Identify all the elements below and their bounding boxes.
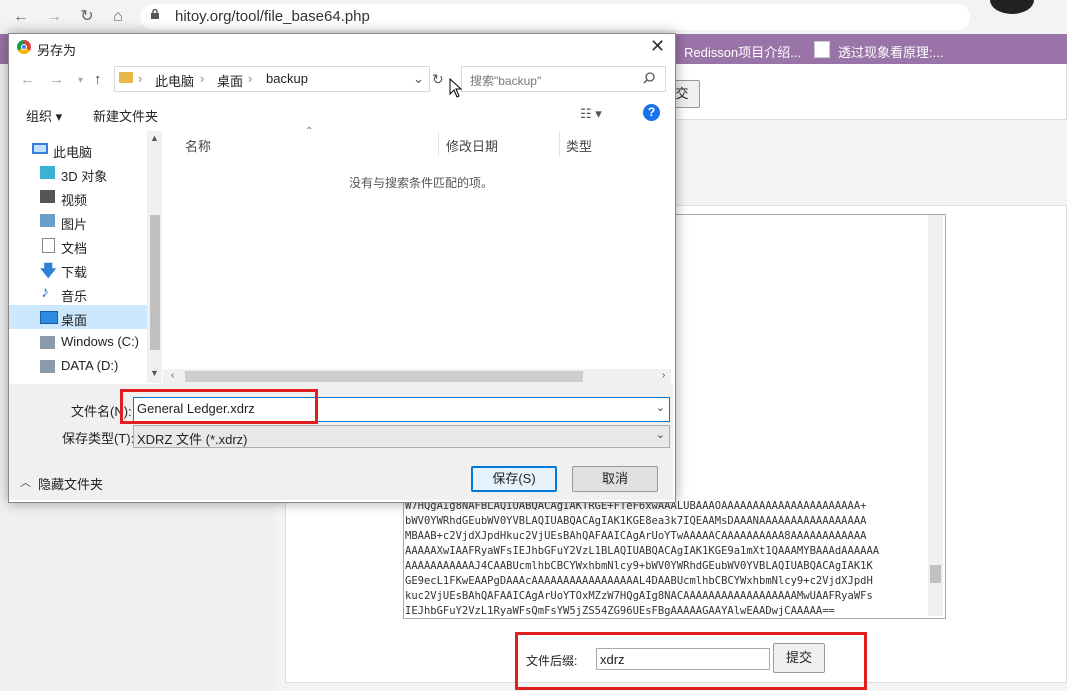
download-icon: 🡇	[40, 263, 57, 280]
chevron-up-icon[interactable]: ︿	[20, 474, 31, 490]
base64-line: kuc2VjUEsBAhQAFAAICAgArUoYTOxMZzW7HQgAIg…	[405, 590, 873, 602]
column-divider	[559, 131, 560, 157]
column-type[interactable]: 类型	[566, 136, 592, 155]
cancel-button[interactable]: 取消	[572, 466, 658, 492]
base64-line: MBAAB+c2VjdXJpdHkuc2VjUEsBAhQAFAAICAgArU…	[405, 530, 867, 542]
breadcrumb-item[interactable]: 桌面	[217, 71, 243, 90]
cube-icon	[40, 166, 55, 179]
back-icon[interactable]: ←	[12, 8, 30, 26]
nav-item-3d-objects[interactable]: 3D 对象	[61, 166, 107, 185]
search-icon[interactable]	[643, 72, 655, 84]
column-date-modified[interactable]: 修改日期	[446, 136, 498, 155]
url-text: hitoy.org/tool/file_base64.php	[175, 8, 370, 25]
bookmark-item[interactable]: Redisson项目介绍...	[684, 42, 801, 61]
base64-line: IEJhbGFuY2VzL1RyaWFsQmFsYW5jZS54ZG96UEsF…	[405, 605, 835, 617]
forward-icon[interactable]: →	[49, 71, 64, 88]
breadcrumb-separator: ›	[248, 71, 253, 86]
close-icon[interactable]: ✕	[650, 36, 665, 57]
bookmark-item[interactable]: 透过现象看原理:...	[838, 42, 943, 61]
scroll-left-icon[interactable]: ‹	[171, 370, 174, 381]
filename-highlight	[120, 389, 318, 424]
java-icon	[814, 41, 830, 58]
breadcrumb-item[interactable]: 此电脑	[155, 71, 194, 90]
video-icon	[40, 190, 55, 203]
nav-item-videos[interactable]: 视频	[61, 190, 87, 209]
breadcrumb-separator: ›	[138, 71, 143, 86]
help-icon[interactable]: ?	[643, 104, 660, 121]
filetype-label: 保存类型(T):	[62, 431, 135, 446]
new-folder-button[interactable]: 新建文件夹	[93, 106, 158, 125]
nav-item-drive-d[interactable]: DATA (D:)	[61, 358, 118, 373]
chevron-down-icon[interactable]: ⌄	[656, 401, 665, 414]
nav-item-music[interactable]: 音乐	[61, 286, 87, 305]
nav-item-drive-c[interactable]: Windows (C:)	[61, 334, 139, 349]
submit-button[interactable]: 提交	[773, 643, 825, 673]
cursor-icon	[449, 78, 462, 98]
refresh-icon[interactable]: ↻	[432, 71, 444, 88]
suffix-input-value: xdrz	[600, 652, 625, 667]
textarea-scrollbar[interactable]	[928, 215, 943, 616]
horizontal-scroll-thumb[interactable]	[185, 371, 583, 382]
scroll-up-icon[interactable]: ▲	[150, 133, 159, 143]
scroll-right-icon[interactable]: ›	[662, 370, 665, 381]
drive-icon	[40, 336, 55, 349]
drive-icon	[40, 360, 55, 373]
folder-icon	[119, 72, 133, 83]
column-name[interactable]: 名称	[185, 136, 211, 155]
chevron-down-icon[interactable]: ⌄	[413, 71, 424, 87]
hide-folders-toggle[interactable]: 隐藏文件夹	[38, 474, 103, 493]
forward-icon[interactable]: →	[45, 8, 63, 26]
music-icon: ♪	[41, 284, 49, 301]
search-placeholder: 搜索"backup"	[470, 74, 542, 88]
chrome-icon	[17, 40, 31, 54]
organize-menu[interactable]: 组织 ▾	[26, 106, 62, 125]
suffix-input[interactable]: xdrz	[596, 648, 770, 670]
home-icon[interactable]: ⌂	[109, 8, 127, 26]
lock-icon	[151, 9, 159, 19]
filetype-value: XDRZ 文件 (*.xdrz)	[137, 432, 248, 447]
base64-line: GE9ecL1FKwEAAPgDAAAcAAAAAAAAAAAAAAAAAL4D…	[405, 575, 873, 587]
scroll-down-icon[interactable]: ▼	[150, 368, 159, 378]
base64-line: bWV0YWRhdGEubWV0YVBLAQIUABQACAgIAK1KGE8e…	[405, 515, 867, 527]
reload-icon[interactable]: ↻	[78, 8, 96, 26]
base64-line: AAAAAXwIAAFRyaWFsIEJhbGFuY2VzL1BLAQIUABQ…	[405, 545, 880, 557]
nav-item-this-pc[interactable]: 此电脑	[53, 142, 92, 161]
column-divider	[438, 131, 439, 157]
document-icon	[42, 238, 55, 253]
view-options-icon[interactable]: ☷ ▾	[580, 106, 602, 122]
navigation-scroll-thumb[interactable]	[150, 215, 160, 350]
back-icon[interactable]: ←	[20, 71, 35, 88]
textarea-scroll-thumb[interactable]	[930, 565, 941, 583]
base64-line: AAAAAAAAAAAJ4CAABUcmlhbCBCYWxhbmNlcy9+bW…	[405, 560, 873, 572]
nav-item-downloads[interactable]: 下载	[61, 262, 87, 281]
breadcrumb-item[interactable]: backup	[266, 71, 308, 86]
nav-item-documents[interactable]: 文档	[61, 238, 87, 257]
nav-item-desktop[interactable]: 桌面	[61, 310, 87, 329]
desktop-icon	[40, 311, 58, 324]
save-button[interactable]: 保存(S)	[471, 466, 557, 492]
recent-dropdown-icon[interactable]: ▾	[78, 75, 83, 86]
chevron-down-icon[interactable]: ⌄	[656, 428, 665, 441]
computer-icon	[32, 143, 48, 154]
empty-message: 没有与搜索条件匹配的项。	[349, 176, 494, 190]
nav-item-pictures[interactable]: 图片	[61, 214, 87, 233]
suffix-label: 文件后缀:	[526, 654, 578, 668]
dialog-title: 另存为	[37, 43, 77, 58]
picture-icon	[40, 214, 55, 227]
up-icon[interactable]: ↑	[94, 71, 102, 88]
sort-caret-icon: ⌃	[305, 126, 314, 137]
filetype-select[interactable]: XDRZ 文件 (*.xdrz) ⌄	[133, 425, 670, 448]
breadcrumb-separator: ›	[200, 71, 205, 86]
